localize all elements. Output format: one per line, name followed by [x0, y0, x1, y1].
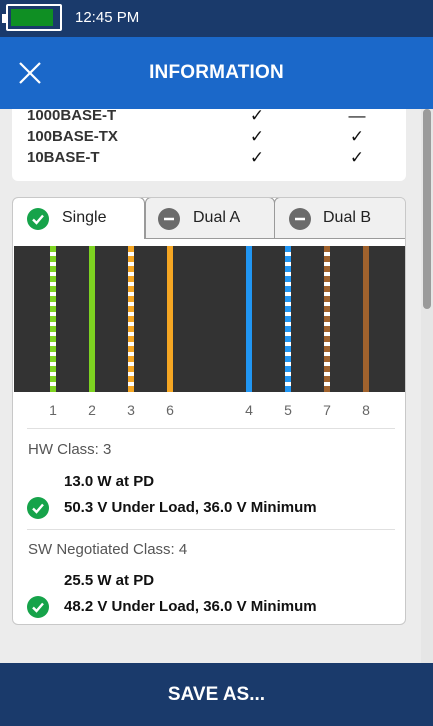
wire-pin-6: [167, 246, 173, 392]
pin-label: 4: [245, 402, 253, 418]
sw-voltage-row: 48.2 V Under Load, 36.0 V Minimum: [27, 596, 397, 618]
wire-pin-2: [89, 246, 95, 392]
wire-map: [14, 246, 405, 392]
pin-label: 3: [127, 402, 135, 418]
pin-labels: 1 2 3 6 4 5 7 8: [14, 398, 405, 420]
scrollbar-thumb[interactable]: [423, 109, 431, 309]
speed-row: 1000BASE-T ✓ —: [27, 109, 397, 127]
check-icon: ✓: [349, 127, 365, 146]
pin-label: 7: [323, 402, 331, 418]
save-as-label: SAVE AS...: [167, 684, 266, 705]
speed-row: 100BASE-TX ✓ ✓: [27, 127, 397, 148]
wire-pin-4: [246, 246, 252, 392]
wire-pin-8: [363, 246, 369, 392]
check-icon: ✓: [249, 148, 265, 167]
status-time: 12:45 PM: [75, 9, 140, 26]
check-circle-icon: [27, 497, 49, 519]
check-icon: ✓: [249, 127, 265, 146]
wire-pin-5: [285, 246, 291, 392]
check-circle-icon: [27, 208, 49, 230]
speed-name: 1000BASE-T: [27, 109, 117, 124]
tab-label: Single: [62, 209, 107, 226]
minus-circle-icon: [158, 208, 180, 230]
wire-pin-1: [50, 246, 56, 392]
speed-row: 10BASE-T ✓ ✓: [27, 148, 397, 169]
battery-icon: [2, 4, 62, 31]
hw-class-label: HW Class: 3: [28, 441, 112, 458]
hw-power: 13.0 W at PD: [64, 473, 155, 490]
tab-dual-b[interactable]: Dual B: [274, 198, 405, 239]
content-area: 1000BASE-T ✓ — 100BASE-TX ✓ ✓ 10BASE-T ✓…: [0, 109, 421, 663]
wire-pin-3: [128, 246, 134, 392]
page-title: INFORMATION: [149, 62, 284, 83]
tab-label: Dual B: [323, 209, 372, 226]
status-bar: 12:45 PM: [0, 0, 433, 37]
pin-label: 2: [88, 402, 96, 418]
tab-dual-a[interactable]: Dual A: [145, 198, 275, 239]
dash-icon: —: [348, 109, 366, 125]
speed-capability-card: 1000BASE-T ✓ — 100BASE-TX ✓ ✓ 10BASE-T ✓…: [12, 109, 406, 181]
pin-label: 8: [362, 402, 370, 418]
pin-label: 5: [284, 402, 292, 418]
check-icon: ✓: [349, 148, 365, 167]
check-icon: ✓: [249, 109, 265, 125]
close-button[interactable]: [15, 60, 45, 86]
speed-name: 10BASE-T: [27, 149, 100, 166]
scrollbar[interactable]: [421, 109, 433, 663]
check-circle-icon: [27, 596, 49, 618]
pin-label: 1: [49, 402, 57, 418]
app-header: INFORMATION: [0, 37, 433, 109]
tab-single[interactable]: Single: [13, 198, 145, 239]
divider: [27, 428, 395, 429]
sw-voltage: 48.2 V Under Load, 36.0 V Minimum: [64, 598, 317, 615]
tab-label: Dual A: [193, 209, 241, 226]
poe-panel: Single Dual A Dual B 1 2 3 6 4 5 7 8 HW …: [12, 197, 406, 625]
sw-class-label: SW Negotiated Class: 4: [28, 541, 188, 558]
minus-circle-icon: [289, 208, 311, 230]
battery-level: [11, 9, 53, 26]
close-icon: [19, 62, 41, 84]
hw-voltage-row: 50.3 V Under Load, 36.0 V Minimum: [27, 497, 397, 519]
wire-pin-7: [324, 246, 330, 392]
hw-voltage: 50.3 V Under Load, 36.0 V Minimum: [64, 499, 317, 516]
sw-power: 25.5 W at PD: [64, 572, 155, 589]
speed-name: 100BASE-TX: [27, 128, 118, 145]
save-as-button[interactable]: SAVE AS...: [0, 663, 433, 726]
pin-label: 6: [166, 402, 174, 418]
divider: [27, 529, 395, 530]
